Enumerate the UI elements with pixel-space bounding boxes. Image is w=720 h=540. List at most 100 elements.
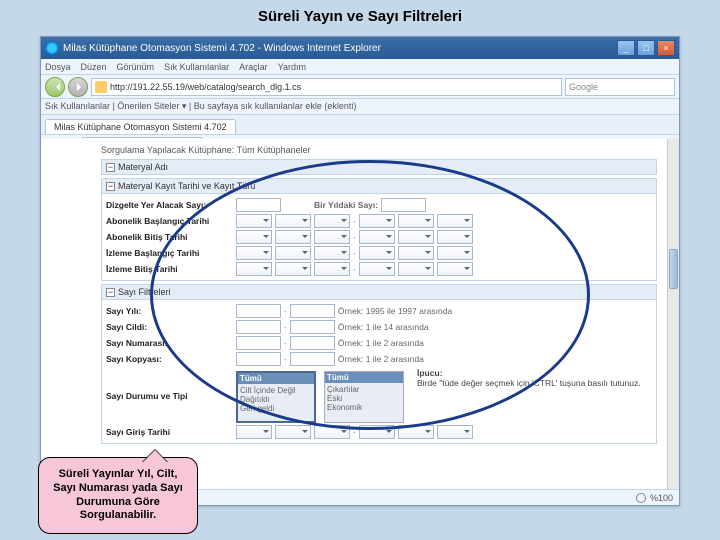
search-placeholder: Google <box>569 82 598 92</box>
list-item[interactable]: Dağıtıldı <box>240 395 312 404</box>
date-select[interactable] <box>359 246 395 260</box>
row-label: Sayı Yılı: <box>106 306 236 316</box>
yearly-count-input[interactable] <box>381 198 426 212</box>
collapse-icon[interactable]: − <box>106 163 115 172</box>
list-item[interactable]: Geri geldi <box>240 404 312 413</box>
date-select[interactable] <box>236 246 272 260</box>
row-label: Sayı Giriş Tarihi <box>106 427 236 437</box>
back-button[interactable] <box>45 77 65 97</box>
menu-tools[interactable]: Araçlar <box>239 62 268 72</box>
listbox-header: Tümü <box>325 372 403 383</box>
search-box[interactable]: Google <box>565 78 675 96</box>
date-select[interactable] <box>275 230 311 244</box>
subscription-grid: Dizgelte Yer Alacak Sayı: Bir Yıldaki Sa… <box>101 194 657 281</box>
year-from[interactable] <box>236 304 281 318</box>
date-select[interactable] <box>437 425 473 439</box>
date-select[interactable] <box>275 246 311 260</box>
date-select[interactable] <box>314 230 350 244</box>
row-label: Dizgelte Yer Alacak Sayı: <box>106 200 236 210</box>
year-to[interactable] <box>290 304 335 318</box>
vertical-scrollbar[interactable] <box>667 139 679 489</box>
date-select[interactable] <box>437 230 473 244</box>
date-select[interactable] <box>398 246 434 260</box>
date-select[interactable] <box>236 230 272 244</box>
scrollbar-thumb[interactable] <box>669 249 678 289</box>
date-select[interactable] <box>437 246 473 260</box>
vol-from[interactable] <box>236 320 281 334</box>
date-select[interactable] <box>314 262 350 276</box>
page-content: Sorgulama Yapılacak Kütüphane: Tüm Kütüp… <box>41 139 667 489</box>
collapse-icon[interactable]: − <box>106 288 115 297</box>
collapse-icon[interactable]: − <box>106 182 115 191</box>
date-select[interactable] <box>275 214 311 228</box>
list-item[interactable]: Ekonomik <box>327 403 401 412</box>
menubar: Dosya Düzen Görünüm Sık Kullanılanlar Ar… <box>41 59 679 75</box>
date-select[interactable] <box>275 425 311 439</box>
section-record-type[interactable]: − Materyal Kayıt Tarihi ve Kayıt Türü <box>101 178 657 194</box>
forward-button[interactable] <box>68 77 88 97</box>
date-select[interactable] <box>437 262 473 276</box>
annotation-callout: Süreli Yayınlar Yıl, Cilt, Sayı Numarası… <box>38 457 198 534</box>
list-item[interactable]: Eski <box>327 394 401 403</box>
menu-file[interactable]: Dosya <box>45 62 71 72</box>
favorites-bar: Sık Kullanılanlar | Önerilen Siteler ▾ |… <box>41 99 679 115</box>
listbox-header: Tümü <box>238 373 314 384</box>
status-listbox[interactable]: Tümü Cilt İçinde Değil Dağıtıldı Geri ge… <box>236 371 316 423</box>
date-select[interactable] <box>314 246 350 260</box>
url-text: http://191.22.55.19/web/catalog/search_d… <box>110 82 301 92</box>
zoom-icon <box>636 493 646 503</box>
date-select[interactable] <box>398 262 434 276</box>
window-title: Milas Kütüphane Otomasyon Sistemi 4.702 … <box>63 43 617 54</box>
list-item[interactable]: Çıkartılar <box>327 385 401 394</box>
menu-fav[interactable]: Sık Kullanılanlar <box>164 62 229 72</box>
date-select[interactable] <box>236 425 272 439</box>
zoom-level[interactable]: %100 <box>650 493 673 503</box>
date-select[interactable] <box>236 262 272 276</box>
section-issue-filters[interactable]: − Sayı Filtreleri <box>101 284 657 300</box>
page-icon <box>95 81 107 93</box>
close-button[interactable]: × <box>657 40 675 56</box>
fav-text[interactable]: Sık Kullanılanlar | Önerilen Siteler ▾ |… <box>45 101 356 112</box>
menu-view[interactable]: Görünüm <box>117 62 155 72</box>
library-scope: Sorgulama Yapılacak Kütüphane: Tüm Kütüp… <box>101 145 657 155</box>
date-select[interactable] <box>359 230 395 244</box>
row-label: Sayı Kopyası: <box>106 354 236 364</box>
minimize-button[interactable]: _ <box>617 40 635 56</box>
row-label: Sayı Numarası: <box>106 338 236 348</box>
row-label: Abonelik Bitiş Tarihi <box>106 232 236 242</box>
section-label: Materyal Adı <box>118 162 168 172</box>
maximize-button[interactable]: □ <box>637 40 655 56</box>
copy-from[interactable] <box>236 352 281 366</box>
list-item[interactable]: Cilt İçinde Değil <box>240 386 312 395</box>
count-input[interactable] <box>236 198 281 212</box>
date-select[interactable] <box>314 425 350 439</box>
menu-help[interactable]: Yardım <box>278 62 306 72</box>
hint: Örnek: 1995 ile 1997 arasında <box>338 306 452 316</box>
date-select[interactable] <box>236 214 272 228</box>
date-select[interactable] <box>398 214 434 228</box>
hint: Örnek: 1 ile 2 arasında <box>338 338 424 348</box>
date-select[interactable] <box>359 214 395 228</box>
hint: Örnek: 1 ile 14 arasında <box>338 322 429 332</box>
date-select[interactable] <box>398 230 434 244</box>
issue-to[interactable] <box>290 336 335 350</box>
date-select[interactable] <box>359 425 395 439</box>
menu-edit[interactable]: Düzen <box>81 62 107 72</box>
section-material-name[interactable]: − Materyal Adı <box>101 159 657 175</box>
date-select[interactable] <box>359 262 395 276</box>
date-select[interactable] <box>437 214 473 228</box>
tab-bar: Milas Kütüphane Otomasyon Sistemi 4.702 <box>41 115 679 135</box>
vol-to[interactable] <box>290 320 335 334</box>
date-select[interactable] <box>314 214 350 228</box>
date-select[interactable] <box>398 425 434 439</box>
date-select[interactable] <box>275 262 311 276</box>
browser-tab[interactable]: Milas Kütüphane Otomasyon Sistemi 4.702 <box>45 119 236 134</box>
titlebar: Milas Kütüphane Otomasyon Sistemi 4.702 … <box>41 37 679 59</box>
type-listbox[interactable]: Tümü Çıkartılar Eski Ekonomik <box>324 371 404 423</box>
row-label: Abonelik Başlangıç Tarihi <box>106 216 236 226</box>
row-label: Sayı Durumu ve Tipi <box>106 391 236 401</box>
section-label: Materyal Kayıt Tarihi ve Kayıt Türü <box>118 181 255 191</box>
issue-from[interactable] <box>236 336 281 350</box>
copy-to[interactable] <box>290 352 335 366</box>
address-bar[interactable]: http://191.22.55.19/web/catalog/search_d… <box>91 78 562 96</box>
